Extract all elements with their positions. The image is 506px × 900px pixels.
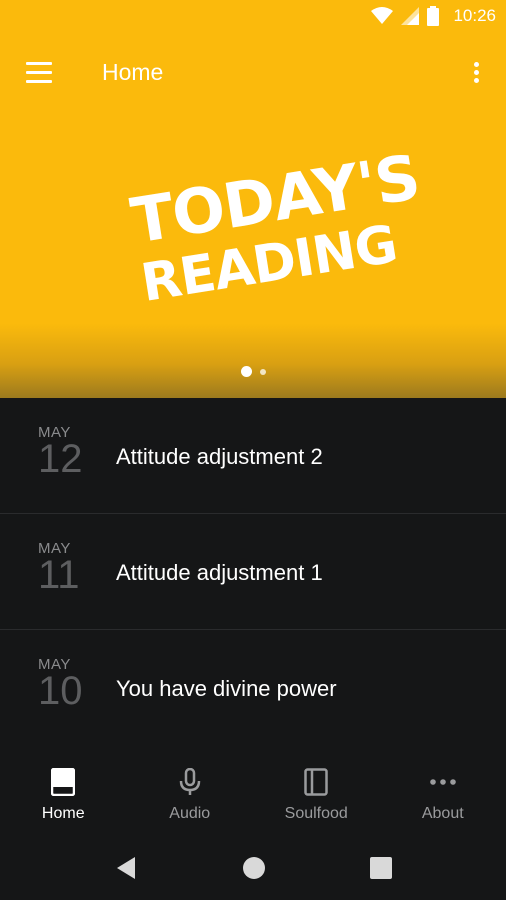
status-bar: 10:26: [0, 0, 506, 36]
notebook-icon: [304, 768, 328, 796]
date-block: MAY 10: [38, 656, 86, 711]
date-block: MAY 11: [38, 540, 86, 595]
nav-item-soulfood[interactable]: Soulfood: [253, 745, 380, 837]
nav-item-about[interactable]: About: [380, 745, 506, 837]
list-item[interactable]: MAY 10 You have divine power: [0, 630, 506, 746]
status-icons: 10:26: [371, 6, 496, 26]
bottom-navigation: Home Audio Soulfood About: [0, 745, 506, 837]
recents-icon[interactable]: [369, 855, 393, 881]
carousel-dot[interactable]: [259, 368, 266, 375]
date-day: 10: [38, 669, 83, 713]
reading-title: Attitude adjustment 2: [116, 444, 323, 469]
hero-banner[interactable]: TODAY'S READING: [0, 112, 506, 398]
system-navigation-bar: [0, 837, 506, 900]
list-item[interactable]: MAY 12 Attitude adjustment 2: [0, 398, 506, 514]
carousel-dot-active[interactable]: [240, 366, 252, 377]
cell-signal-icon: [401, 7, 420, 25]
nav-label-audio: Audio: [169, 805, 211, 822]
nav-label-soulfood: Soulfood: [284, 805, 348, 822]
status-time: 10:26: [453, 6, 496, 25]
overflow-menu-icon[interactable]: [466, 58, 486, 88]
carousel-indicator: [0, 366, 506, 377]
home-circle-icon[interactable]: [242, 855, 266, 881]
microphone-icon: [179, 768, 200, 795]
more-horizontal-icon: [429, 779, 456, 785]
hero-logo: TODAY'S READING: [126, 140, 424, 314]
nav-label-about: About: [421, 805, 464, 822]
date-block: MAY 12: [38, 424, 86, 479]
battery-icon: [427, 6, 440, 26]
nav-item-home[interactable]: Home: [0, 745, 127, 837]
nav-item-audio[interactable]: Audio: [127, 745, 254, 837]
app-bar: Home: [0, 36, 506, 112]
back-icon[interactable]: [114, 855, 138, 881]
date-day: 11: [38, 553, 80, 597]
reading-title: You have divine power: [116, 676, 337, 701]
hamburger-menu-icon[interactable]: [24, 60, 54, 86]
list-item[interactable]: MAY 11 Attitude adjustment 1: [0, 514, 506, 630]
book-icon: [51, 768, 76, 796]
nav-label-home: Home: [41, 805, 85, 822]
reading-title: Attitude adjustment 1: [116, 560, 323, 585]
page-title: Home: [102, 59, 164, 85]
readings-list: MAY 12 Attitude adjustment 2 MAY 11 Atti…: [0, 398, 506, 746]
wifi-icon: [371, 7, 394, 24]
date-day: 12: [38, 437, 83, 481]
